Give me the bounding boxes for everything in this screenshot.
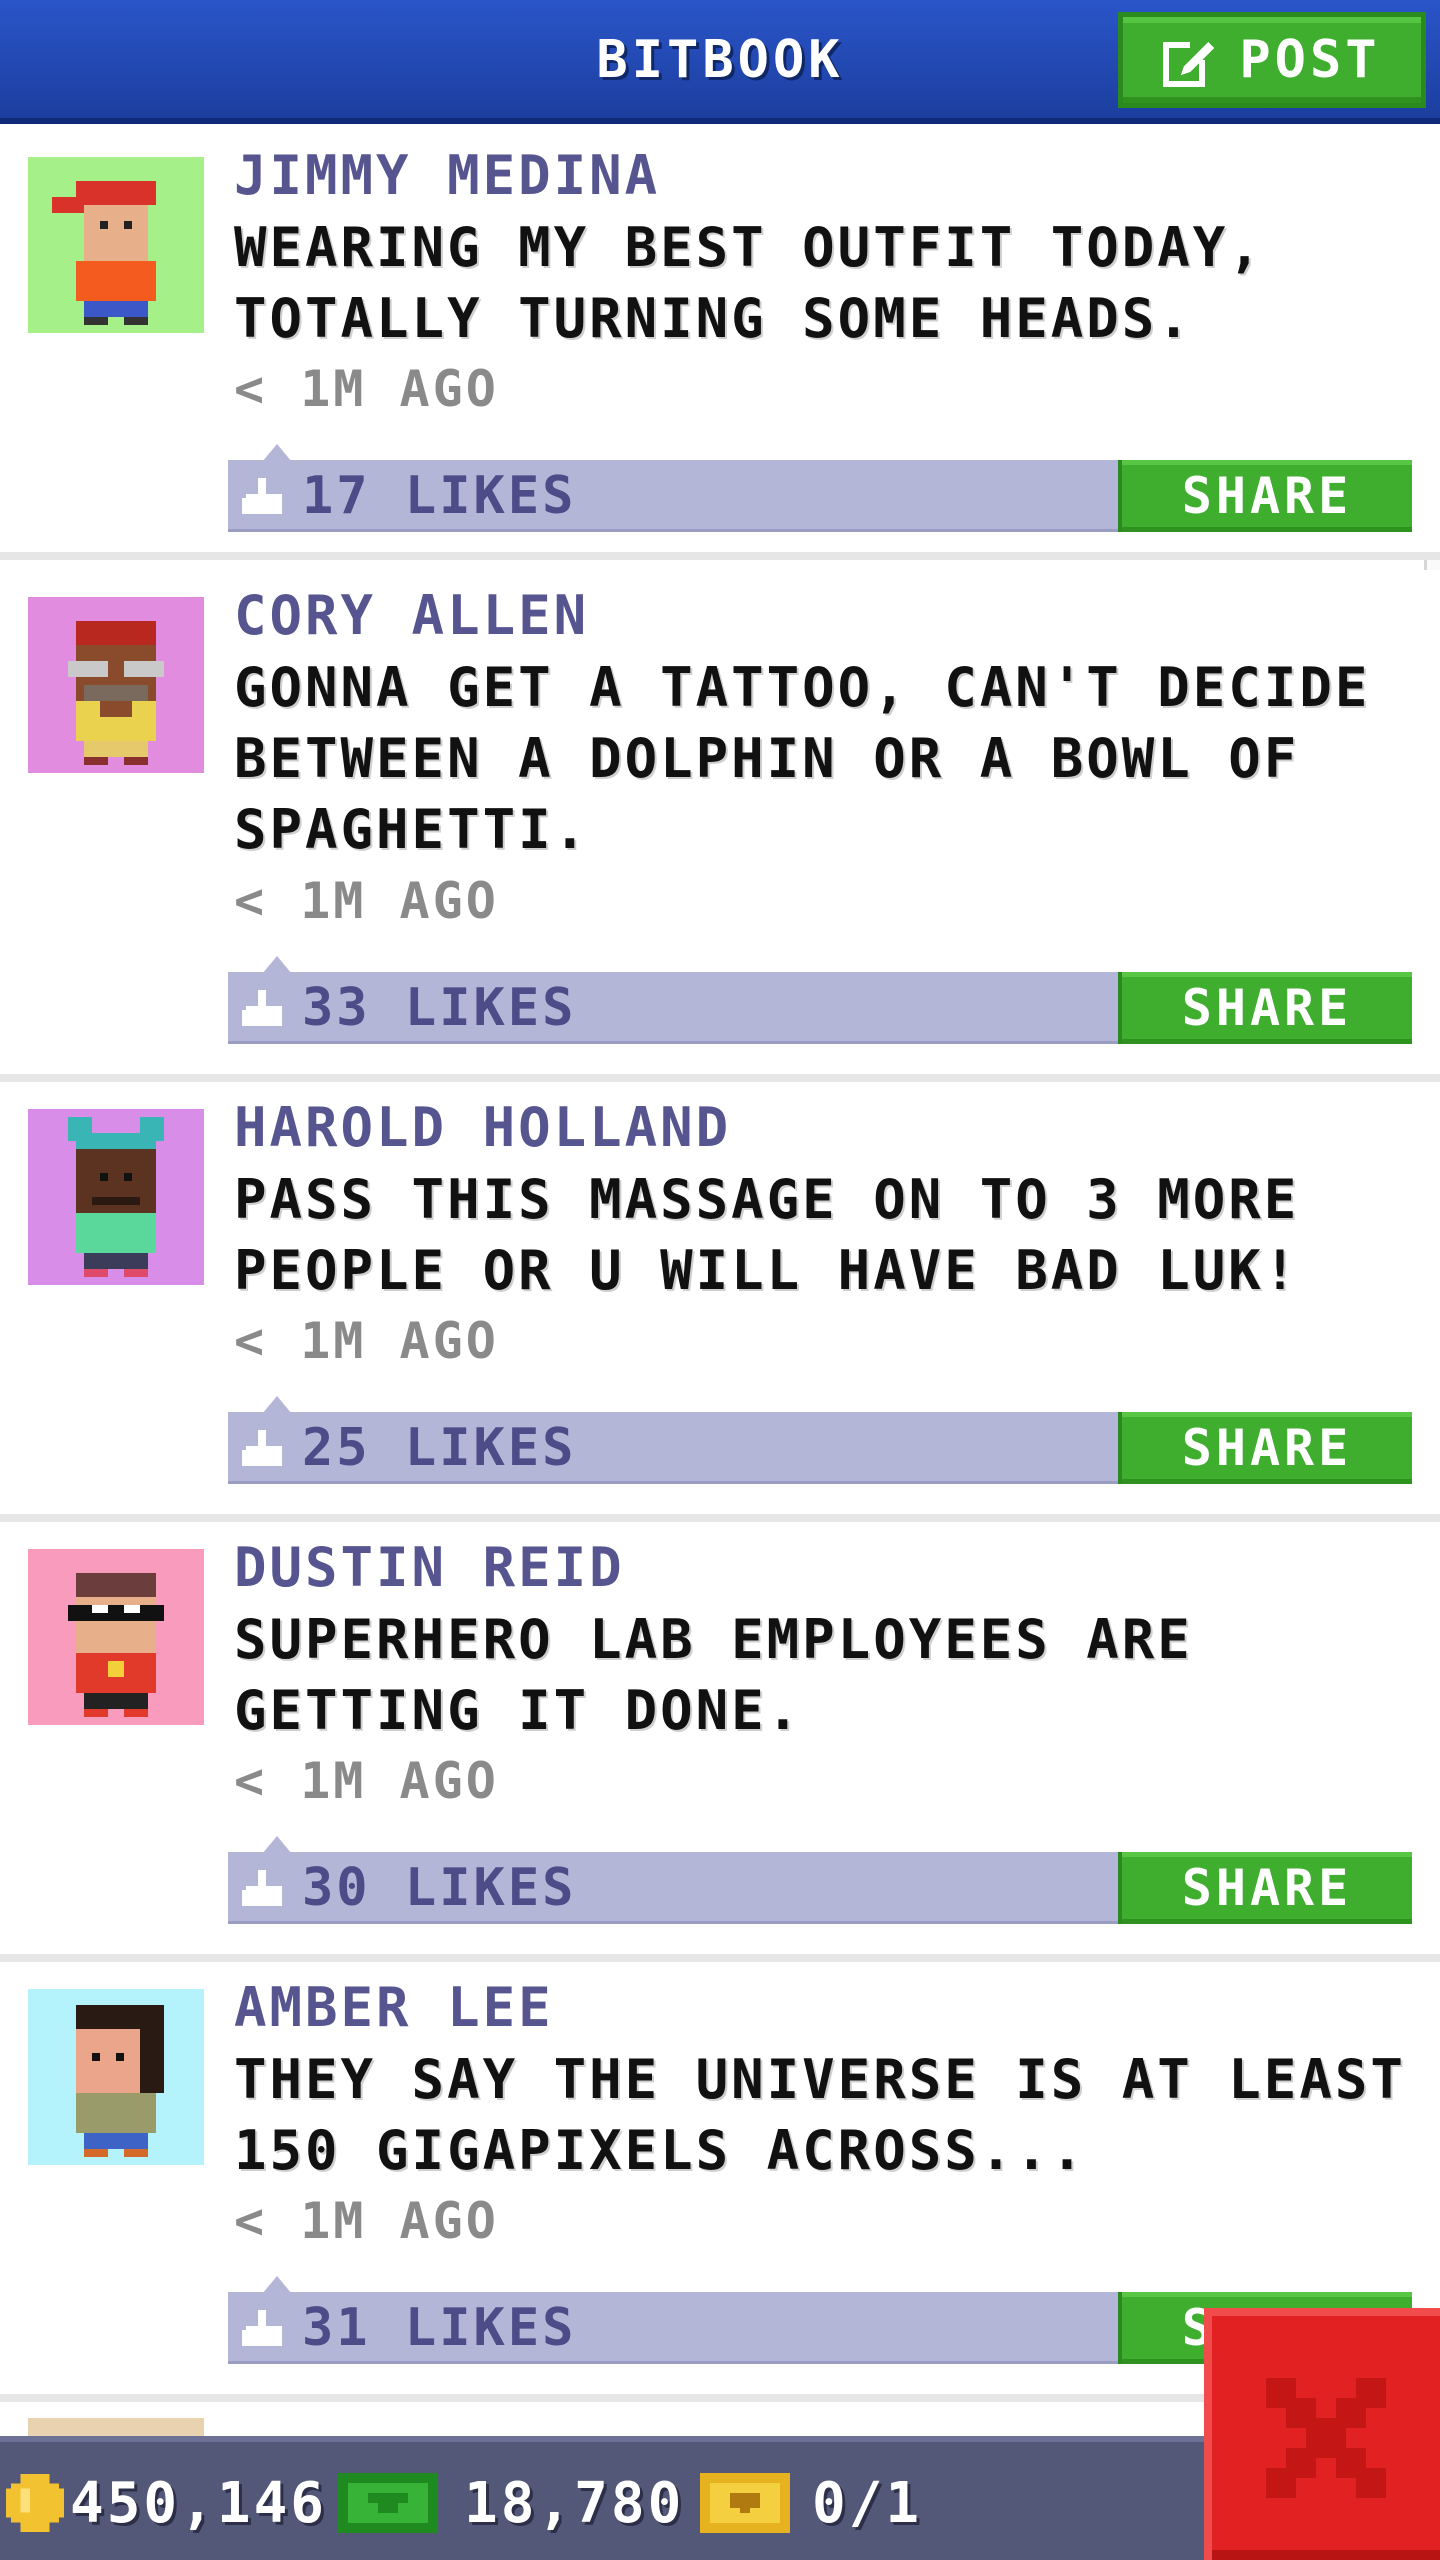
- close-button[interactable]: [1204, 2308, 1440, 2560]
- tickets-value: 0/1: [812, 2470, 923, 2536]
- close-icon: [1266, 2378, 1386, 2498]
- likes-bar: 17 LIKES SHARE: [228, 460, 1412, 532]
- post-author[interactable]: CORY ALLEN: [234, 584, 589, 647]
- share-button[interactable]: SHARE: [1118, 1852, 1412, 1924]
- likes-bar: 25 LIKES SHARE: [228, 1412, 1412, 1484]
- avatar: [28, 157, 204, 333]
- avatar: [28, 597, 204, 773]
- post-text: THEY SAY THE UNIVERSE IS AT LEAST 150 GI…: [234, 2048, 1406, 2182]
- thumbs-up-icon[interactable]: [242, 1426, 286, 1470]
- feed-post: DUSTIN REID SUPERHERO LAB EMPLOYEES ARE …: [0, 1522, 1440, 1962]
- tickets-stat: 0/1: [700, 2458, 922, 2548]
- post-button-label: POST: [1239, 30, 1381, 90]
- post-timestamp: < 1M AGO: [234, 360, 499, 418]
- feed-post: CORY ALLEN GONNA GET A TATTOO, CAN'T DEC…: [0, 570, 1440, 1082]
- like-count: 25 LIKES: [302, 1418, 577, 1478]
- like-count: 33 LIKES: [302, 978, 577, 1038]
- bux-value: 18,780: [464, 2470, 685, 2536]
- compose-icon: [1163, 33, 1218, 87]
- bux-stat: 18,780: [338, 2458, 684, 2548]
- share-button[interactable]: SHARE: [1118, 972, 1412, 1044]
- post-text: WEARING MY BEST OUTFIT TODAY, TOTALLY TU…: [234, 216, 1264, 350]
- post-button[interactable]: POST: [1118, 12, 1426, 108]
- pixel-person-dark-hair-icon: [76, 2005, 164, 2157]
- post-timestamp: < 1M AGO: [234, 2192, 499, 2250]
- post-author[interactable]: JIMMY MEDINA: [234, 144, 660, 207]
- pixel-person-teal-ears-icon: [68, 1117, 164, 1277]
- app-header: BITBOOK POST: [0, 0, 1440, 124]
- ticket-icon: [700, 2473, 790, 2533]
- coins-stat: 450,146: [6, 2458, 327, 2548]
- thumbs-up-icon[interactable]: [242, 986, 286, 1030]
- pixel-person-red-cap-icon: [52, 181, 156, 325]
- avatar: [28, 1109, 204, 1285]
- coin-icon: [6, 2474, 64, 2532]
- like-count: 30 LIKES: [302, 1858, 577, 1918]
- like-count: 31 LIKES: [302, 2298, 577, 2358]
- likes-bar: 33 LIKES SHARE: [228, 972, 1412, 1044]
- thumbs-up-icon[interactable]: [242, 2306, 286, 2350]
- likes-bar: 30 LIKES SHARE: [228, 1852, 1412, 1924]
- avatar: [28, 1989, 204, 2165]
- avatar: [28, 1549, 204, 1725]
- post-timestamp: < 1M AGO: [234, 1312, 499, 1370]
- like-count: 17 LIKES: [302, 466, 577, 526]
- post-timestamp: < 1M AGO: [234, 1752, 499, 1810]
- pixel-person-glasses-icon: [68, 621, 164, 765]
- coins-value: 450,146: [70, 2470, 328, 2536]
- feed-post: JIMMY MEDINA WEARING MY BEST OUTFIT TODA…: [0, 130, 1440, 560]
- pixel-person-mask-icon: [68, 1573, 164, 1717]
- share-button[interactable]: SHARE: [1118, 460, 1412, 532]
- post-author[interactable]: DUSTIN REID: [234, 1536, 625, 1599]
- thumbs-up-icon[interactable]: [242, 1866, 286, 1910]
- post-text: SUPERHERO LAB EMPLOYEES ARE GETTING IT D…: [234, 1608, 1193, 1742]
- feed-post: HAROLD HOLLAND PASS THIS MASSAGE ON TO 3…: [0, 1082, 1440, 1522]
- post-author[interactable]: AMBER LEE: [234, 1976, 554, 2039]
- share-button[interactable]: SHARE: [1118, 1412, 1412, 1484]
- avatar-partial: [28, 2418, 204, 2436]
- post-text: GONNA GET A TATTOO, CAN'T DECIDE BETWEEN…: [234, 656, 1371, 861]
- post-text: PASS THIS MASSAGE ON TO 3 MORE PEOPLE OR…: [234, 1168, 1300, 1302]
- post-timestamp: < 1M AGO: [234, 872, 499, 930]
- post-author[interactable]: HAROLD HOLLAND: [234, 1096, 731, 1159]
- bux-icon: [338, 2473, 438, 2533]
- thumbs-up-icon[interactable]: [242, 474, 286, 518]
